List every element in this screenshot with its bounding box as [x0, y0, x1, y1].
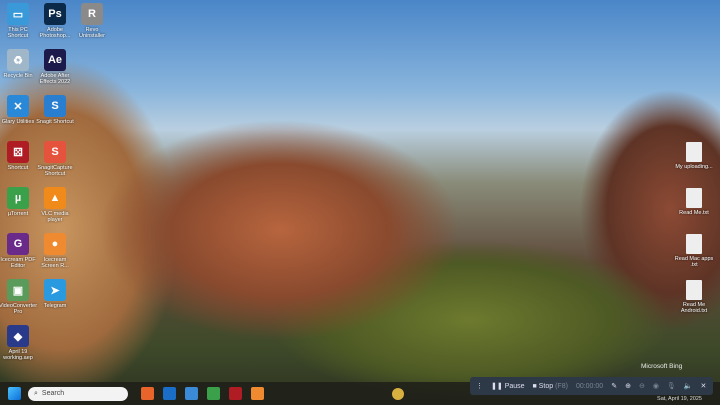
stop-button[interactable]: ■ Stop (F8) [533, 383, 568, 390]
stop-shortcut: (F8) [555, 382, 568, 390]
app-icon: S [44, 95, 66, 117]
search-icon: ⌕ [34, 389, 38, 397]
app-icon: ▭ [7, 3, 29, 25]
taskbar-outlook-icon[interactable] [163, 387, 176, 400]
cursor-highlight [392, 388, 404, 400]
desktop-file[interactable]: Read Me Android.txt [676, 280, 712, 314]
desktop-icon[interactable]: µ µTorrent [0, 187, 36, 217]
desktop-file-label: Read Me Android.txt [680, 302, 708, 314]
desktop-icon[interactable]: Ae Adobe After Effects 2022 [37, 49, 73, 85]
desktop-icon[interactable]: ✕ Glary Utilities [0, 95, 36, 125]
desktop-icon[interactable]: Ps Adobe Photoshop... [37, 3, 73, 39]
desktop-icon[interactable]: ⚄ Shortcut [0, 141, 36, 171]
screen-recorder-toolbar: ⋮ ❚❚ Pause ■ Stop (F8) 00:00:00 ✎ ⊕ ⊖ ◉ … [470, 377, 713, 395]
speaker-icon[interactable]: 🔈 [684, 382, 693, 390]
stop-label: Stop [538, 382, 554, 390]
desktop-file[interactable]: Read Mac apps .txt [674, 234, 714, 268]
desktop-icon[interactable]: G Icecream PDF Editor [0, 233, 36, 269]
microsoft-bing-label[interactable]: Microsoft Bing [641, 363, 682, 370]
close-icon[interactable]: ✕ [701, 382, 707, 390]
microphone-icon[interactable]: 🎙 [667, 382, 676, 390]
app-icon: S [44, 141, 66, 163]
desktop-icon-label: Glary Utilities [1, 119, 35, 125]
text-file-icon [686, 188, 702, 208]
webcam-icon[interactable]: ◉ [653, 382, 659, 390]
desktop-icon-label: Icecream PDF Editor [0, 257, 36, 269]
app-icon: ⚄ [7, 141, 29, 163]
desktop-icon[interactable]: ♻ Recycle Bin [0, 49, 36, 79]
desktop-icon-label: Shortcut [7, 165, 29, 171]
pencil-icon[interactable]: ✎ [611, 382, 617, 390]
desktop-icon-label: VideoConverter Pro [0, 303, 38, 315]
desktop-file-label: Read Me.txt [679, 210, 709, 216]
desktop-file-label: My uploading... [675, 164, 713, 170]
taskbar-icecream-screen-icon[interactable] [251, 387, 264, 400]
desktop-icon[interactable]: R Revo Uninstaller [74, 3, 110, 39]
desktop-icon-label: Icecream Screen R... [41, 257, 69, 269]
search-placeholder: Search [41, 390, 65, 397]
desktop-icon-label: Telegram [43, 303, 67, 309]
drag-handle-icon[interactable]: ⋮ [476, 382, 483, 390]
desktop-icon[interactable]: ◆ April 19 working.aep [0, 325, 36, 361]
start-windows-icon[interactable] [8, 387, 21, 400]
desktop-icon[interactable]: ● Icecream Screen R... [37, 233, 73, 269]
app-icon: µ [7, 187, 29, 209]
desktop-file[interactable]: Read Me.txt [676, 188, 712, 216]
desktop-file-label: Read Mac apps .txt [674, 256, 714, 268]
text-file-icon [686, 280, 702, 300]
pause-button[interactable]: ❚❚ Pause [491, 382, 525, 390]
app-icon: ● [44, 233, 66, 255]
text-file-icon [686, 142, 702, 162]
desktop-icon-label: Snagit Shortcut [36, 119, 74, 125]
desktop-icon[interactable]: ▲ VLC media player [37, 187, 73, 223]
app-icon: Ps [44, 3, 66, 25]
taskbar-game-icon[interactable] [229, 387, 242, 400]
desktop-icon[interactable]: ➤ Telegram [37, 279, 73, 309]
app-icon: ▲ [44, 187, 66, 209]
desktop-icon-label: Adobe After Effects 2022 [39, 73, 71, 85]
app-icon: ▣ [7, 279, 29, 301]
desktop-icon-label: April 19 working.aep [3, 349, 33, 361]
clock-date[interactable]: Sat, April 19, 2025 [657, 396, 702, 402]
app-icon: R [81, 3, 103, 25]
desktop-icon-label: Recycle Bin [3, 73, 33, 79]
desktop-icon-label: SnagitCapture Shortcut [37, 165, 73, 177]
desktop-icon-label: µTorrent [7, 211, 29, 217]
desktop-icon-label: VLC media player [41, 211, 69, 223]
desktop-icon[interactable]: S Snagit Shortcut [36, 95, 74, 125]
text-file-icon [686, 234, 702, 254]
app-icon: Ae [44, 49, 66, 71]
desktop-icon-label: This PC Shortcut [7, 27, 29, 39]
taskbar-notepad-icon[interactable] [185, 387, 198, 400]
desktop-icon[interactable]: ▭ This PC Shortcut [0, 3, 36, 39]
taskbar-firefox-icon[interactable] [141, 387, 154, 400]
zoom-out-icon[interactable]: ⊖ [639, 382, 645, 390]
desktop-icon-label: Revo Uninstaller [79, 27, 105, 39]
timer: 00:00:00 [575, 382, 604, 390]
desktop-icon[interactable]: ▣ VideoConverter Pro [0, 279, 38, 315]
desktop-icon-label: Adobe Photoshop... [39, 27, 71, 39]
app-icon: ➤ [44, 279, 66, 301]
app-icon: ♻ [7, 49, 29, 71]
desktop-icon[interactable]: S SnagitCapture Shortcut [37, 141, 73, 177]
app-icon: G [7, 233, 29, 255]
app-icon: ✕ [7, 95, 29, 117]
taskbar-apps [141, 387, 264, 400]
pause-label: Pause [504, 383, 525, 390]
taskbar-utorrent-icon[interactable] [207, 387, 220, 400]
desktop-file[interactable]: My uploading... [675, 142, 713, 170]
search-box[interactable]: ⌕ Search [28, 386, 128, 401]
app-icon: ◆ [7, 325, 29, 347]
zoom-in-icon[interactable]: ⊕ [625, 382, 631, 390]
